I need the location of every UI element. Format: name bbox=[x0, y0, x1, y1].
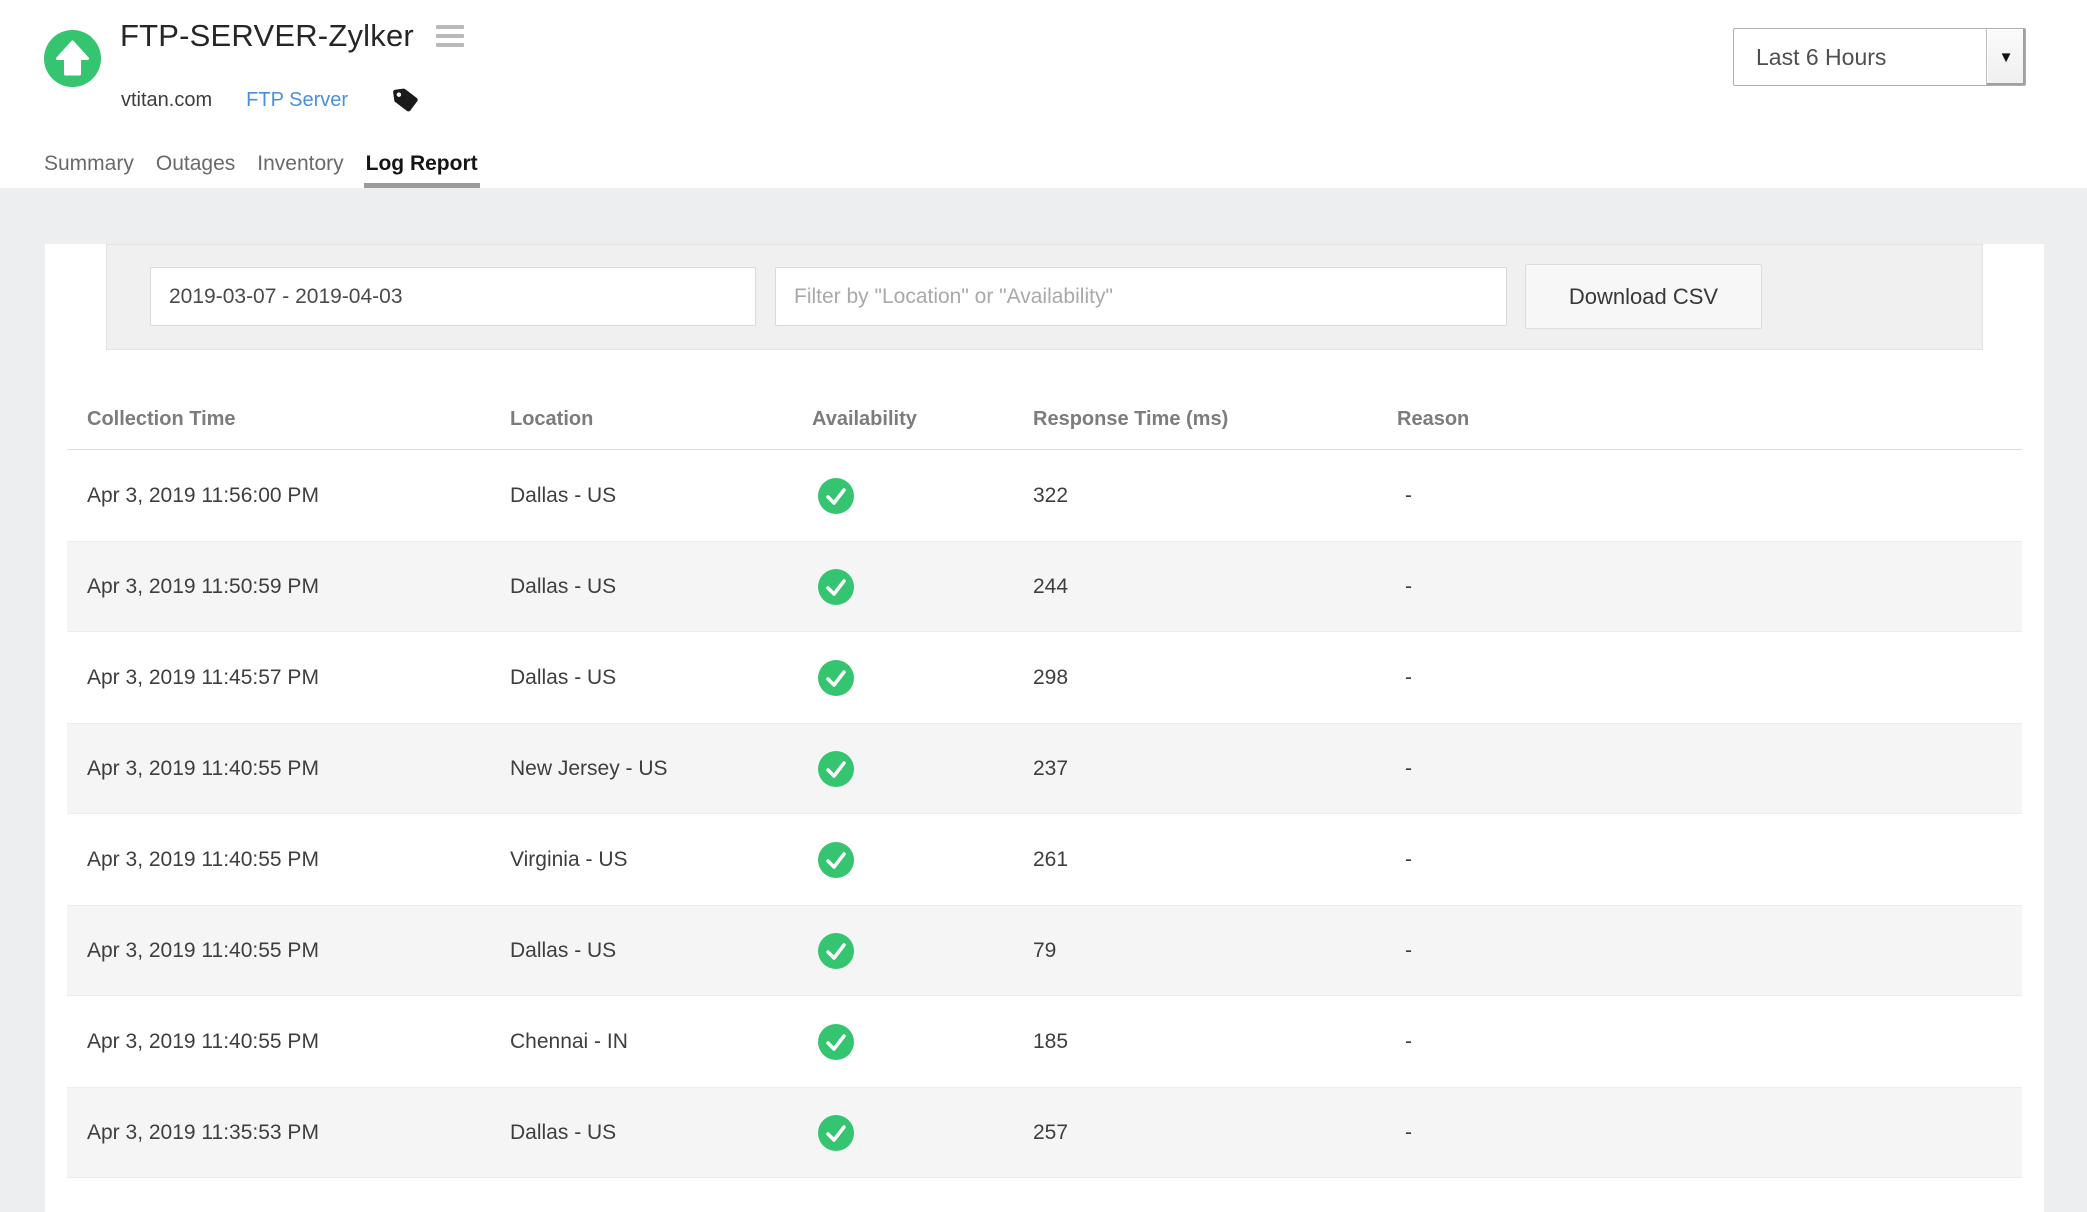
tab-inventory[interactable]: Inventory bbox=[257, 140, 343, 188]
column-header-response-time: Response Time (ms) bbox=[1033, 408, 1397, 431]
column-header-collection-time: Collection Time bbox=[87, 408, 510, 431]
monitor-type-link[interactable]: FTP Server bbox=[246, 89, 348, 112]
availability-up-icon bbox=[818, 569, 854, 605]
cell-location: Dallas - US bbox=[510, 1121, 812, 1145]
cell-location: Dallas - US bbox=[510, 484, 812, 508]
time-range-select[interactable]: Last 6 Hours ▼ bbox=[1733, 28, 2026, 86]
table-row: Apr 3, 2019 11:40:55 PM New Jersey - US … bbox=[67, 723, 2022, 814]
date-range-input[interactable] bbox=[150, 267, 756, 326]
cell-reason: - bbox=[1397, 1030, 2022, 1054]
monitor-hostname: vtitan.com bbox=[121, 89, 212, 112]
cell-reason: - bbox=[1397, 1121, 2022, 1145]
cell-reason: - bbox=[1397, 666, 2022, 690]
table-row: Apr 3, 2019 11:40:55 PM Chennai - IN 185… bbox=[67, 996, 2022, 1087]
cell-location: New Jersey - US bbox=[510, 757, 812, 781]
cell-reason: - bbox=[1397, 575, 2022, 599]
cell-collection-time: Apr 3, 2019 11:35:53 PM bbox=[87, 1121, 510, 1145]
column-header-reason: Reason bbox=[1397, 408, 2022, 431]
table-header-row: Collection Time Location Availability Re… bbox=[67, 390, 2022, 450]
cell-availability bbox=[812, 1024, 1033, 1060]
hamburger-menu-icon[interactable] bbox=[434, 23, 466, 49]
cell-availability bbox=[812, 842, 1033, 878]
log-table: Collection Time Location Availability Re… bbox=[67, 390, 2022, 1178]
cell-response-time: 322 bbox=[1033, 484, 1397, 508]
cell-availability bbox=[812, 660, 1033, 696]
availability-up-icon bbox=[818, 660, 854, 696]
availability-up-icon bbox=[818, 478, 854, 514]
tab-outages[interactable]: Outages bbox=[156, 140, 235, 188]
column-header-availability: Availability bbox=[812, 408, 1033, 431]
table-row: Apr 3, 2019 11:40:55 PM Dallas - US 79 - bbox=[67, 905, 2022, 996]
monitor-title: FTP-SERVER-Zylker bbox=[120, 18, 414, 54]
chevron-down-icon: ▼ bbox=[1986, 29, 2025, 85]
cell-collection-time: Apr 3, 2019 11:40:55 PM bbox=[87, 757, 510, 781]
filter-bar: Download CSV bbox=[106, 244, 1983, 350]
cell-availability bbox=[812, 751, 1033, 787]
table-row: Apr 3, 2019 11:40:55 PM Virginia - US 26… bbox=[67, 814, 2022, 905]
availability-up-icon bbox=[818, 1115, 854, 1151]
cell-collection-time: Apr 3, 2019 11:50:59 PM bbox=[87, 575, 510, 599]
column-header-location: Location bbox=[510, 408, 812, 431]
page-header: FTP-SERVER-Zylker vtitan.com FTP Server … bbox=[0, 0, 2087, 188]
table-row: Apr 3, 2019 11:45:57 PM Dallas - US 298 … bbox=[67, 632, 2022, 723]
filter-input[interactable] bbox=[775, 267, 1507, 326]
cell-response-time: 79 bbox=[1033, 939, 1397, 963]
cell-reason: - bbox=[1397, 484, 2022, 508]
table-row: Apr 3, 2019 11:56:00 PM Dallas - US 322 … bbox=[67, 450, 2022, 541]
cell-location: Dallas - US bbox=[510, 575, 812, 599]
cell-response-time: 185 bbox=[1033, 1030, 1397, 1054]
cell-location: Dallas - US bbox=[510, 666, 812, 690]
cell-availability bbox=[812, 569, 1033, 605]
tab-log-report[interactable]: Log Report bbox=[366, 140, 478, 188]
availability-up-icon bbox=[818, 842, 854, 878]
cell-response-time: 261 bbox=[1033, 848, 1397, 872]
cell-collection-time: Apr 3, 2019 11:45:57 PM bbox=[87, 666, 510, 690]
cell-response-time: 257 bbox=[1033, 1121, 1397, 1145]
download-csv-button[interactable]: Download CSV bbox=[1525, 264, 1762, 329]
table-row: Apr 3, 2019 11:35:53 PM Dallas - US 257 … bbox=[67, 1087, 2022, 1178]
monitor-status-up-icon bbox=[44, 30, 101, 87]
cell-availability bbox=[812, 933, 1033, 969]
time-range-value: Last 6 Hours bbox=[1734, 44, 1886, 71]
table-body: Apr 3, 2019 11:56:00 PM Dallas - US 322 … bbox=[67, 450, 2022, 1178]
cell-availability bbox=[812, 1115, 1033, 1151]
cell-response-time: 237 bbox=[1033, 757, 1397, 781]
cell-response-time: 244 bbox=[1033, 575, 1397, 599]
cell-collection-time: Apr 3, 2019 11:56:00 PM bbox=[87, 484, 510, 508]
cell-collection-time: Apr 3, 2019 11:40:55 PM bbox=[87, 939, 510, 963]
log-report-panel: Download CSV Collection Time Location Av… bbox=[45, 244, 2044, 1212]
tab-summary[interactable]: Summary bbox=[44, 140, 134, 188]
cell-location: Virginia - US bbox=[510, 848, 812, 872]
table-row: Apr 3, 2019 11:50:59 PM Dallas - US 244 … bbox=[67, 541, 2022, 632]
availability-up-icon bbox=[818, 1024, 854, 1060]
cell-location: Chennai - IN bbox=[510, 1030, 812, 1054]
availability-up-icon bbox=[818, 933, 854, 969]
cell-location: Dallas - US bbox=[510, 939, 812, 963]
cell-collection-time: Apr 3, 2019 11:40:55 PM bbox=[87, 848, 510, 872]
cell-reason: - bbox=[1397, 939, 2022, 963]
cell-response-time: 298 bbox=[1033, 666, 1397, 690]
availability-up-icon bbox=[818, 751, 854, 787]
cell-collection-time: Apr 3, 2019 11:40:55 PM bbox=[87, 1030, 510, 1054]
cell-availability bbox=[812, 478, 1033, 514]
tag-icon[interactable] bbox=[392, 86, 420, 114]
cell-reason: - bbox=[1397, 757, 2022, 781]
tab-bar: Summary Outages Inventory Log Report bbox=[44, 140, 478, 188]
cell-reason: - bbox=[1397, 848, 2022, 872]
